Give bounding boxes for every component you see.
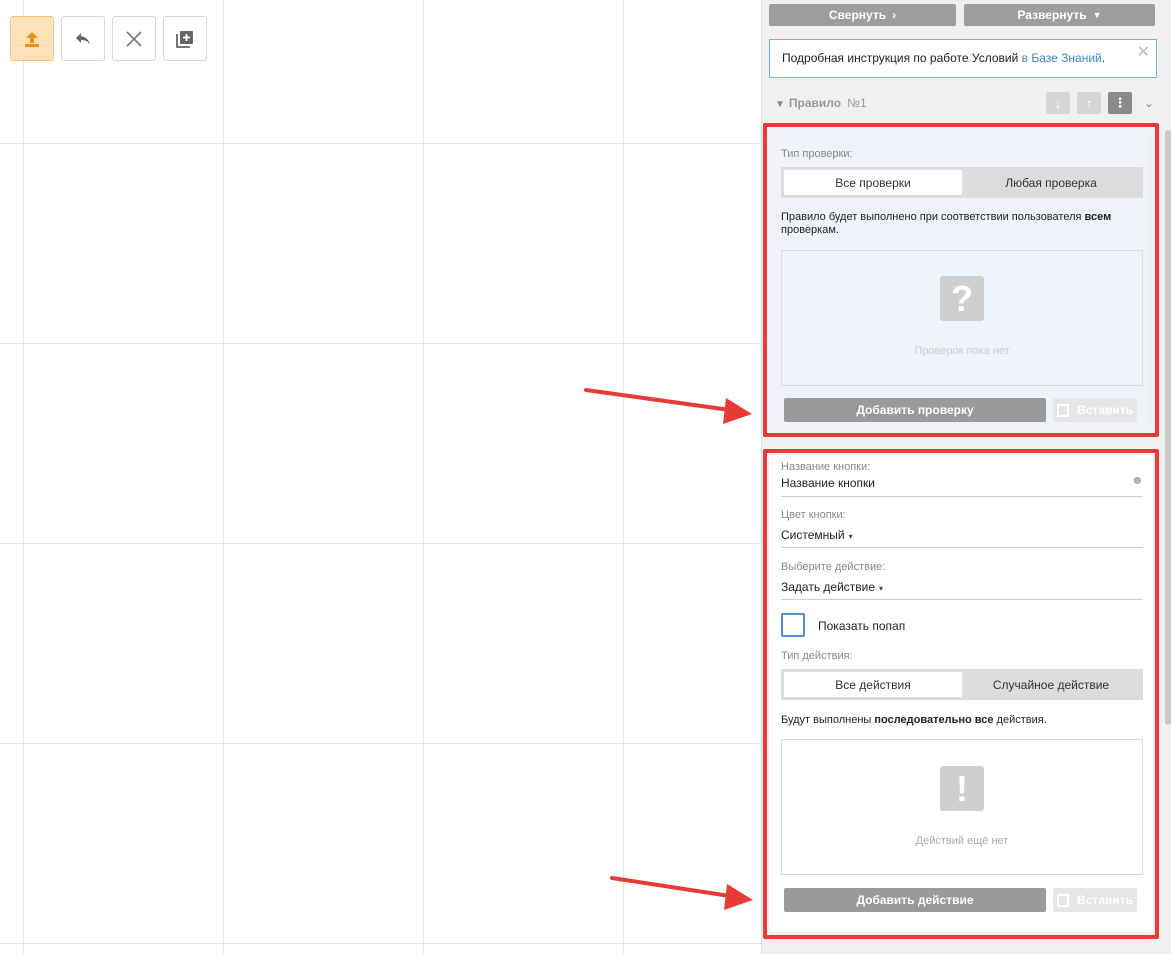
chevron-down-icon: ▼: [1092, 10, 1102, 20]
move-up-icon[interactable]: ↑: [1077, 92, 1101, 114]
undo-button[interactable]: [61, 16, 105, 61]
info-banner: Подробная инструкция по работе Условий в…: [769, 39, 1157, 78]
add-copy-icon: [176, 30, 193, 48]
panel-top-buttons: Свернуть › Развернуть ▼: [769, 4, 1155, 26]
rule-title-label: Правило: [788, 96, 842, 110]
knowledge-base-link[interactable]: в Базе Знаний: [1022, 51, 1102, 65]
more-menu-icon[interactable]: ⋮: [1108, 92, 1132, 114]
move-down-icon[interactable]: ↓: [1046, 92, 1070, 114]
info-close-icon[interactable]: ✕: [1137, 42, 1150, 62]
chevron-down-icon[interactable]: ⌄: [1139, 96, 1159, 110]
expand-label: Развернуть: [1017, 8, 1087, 22]
undo-icon: [76, 32, 90, 45]
highlight-button-settings-box: [763, 449, 1159, 939]
collapse-label: Свернуть: [828, 8, 887, 22]
add-copy-button[interactable]: [163, 16, 207, 61]
rule-header[interactable]: ▼ Правило №1 ↓ ↑ ⋮ ⌄: [775, 92, 1159, 116]
rule-number: №1: [847, 96, 867, 110]
chevron-right-icon: ›: [892, 8, 897, 22]
upload-button[interactable]: [10, 16, 54, 61]
expand-button[interactable]: Развернуть ▼: [964, 4, 1155, 26]
collapse-button[interactable]: Свернуть ›: [769, 4, 956, 26]
annotation-arrow-actions: [610, 876, 753, 910]
upload-icon: [25, 31, 39, 47]
collapse-triangle-icon[interactable]: ▼: [775, 99, 785, 110]
rule-title: ▼ Правило №1: [775, 96, 867, 110]
close-icon: [126, 30, 142, 47]
panel-scrollbar[interactable]: [1165, 130, 1171, 725]
highlight-checks-box: [763, 123, 1159, 437]
editor-toolbar: [10, 16, 207, 61]
info-dot: .: [1101, 51, 1106, 65]
rule-actions: ↓ ↑ ⋮ ⌄: [1046, 92, 1159, 114]
info-text: Подробная инструкция по работе Условий: [782, 51, 1022, 65]
annotation-arrow-checks: [584, 388, 752, 424]
close-button[interactable]: [112, 16, 156, 61]
